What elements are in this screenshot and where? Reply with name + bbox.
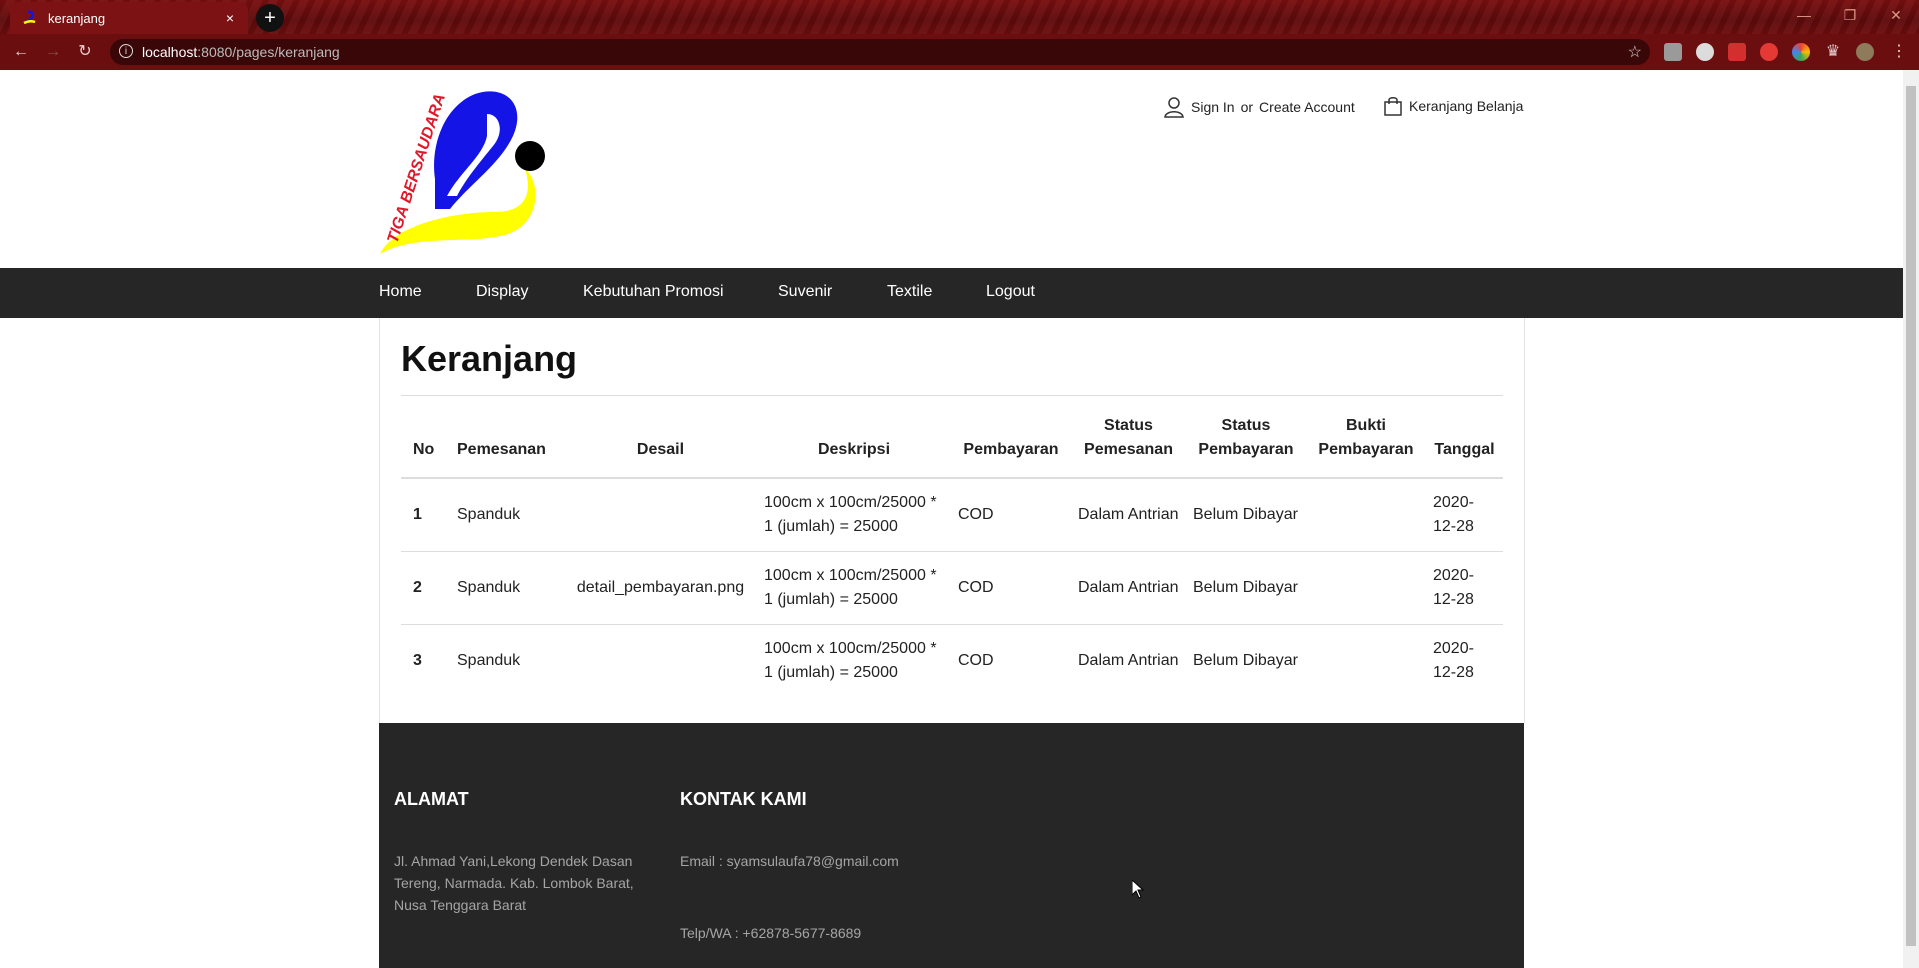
col-header-no: No	[413, 441, 435, 458]
site-info-icon[interactable]: i	[119, 44, 133, 58]
footer-alamat-title: ALAMAT	[394, 789, 469, 809]
browser-tabstrip	[0, 0, 1919, 34]
cell-desain	[564, 625, 757, 698]
shopping-bag-icon	[1384, 97, 1402, 116]
cell-pemesanan: Spanduk	[457, 652, 521, 669]
web-page: TIGA BERSAUDARA Sign In or Create Accoun…	[0, 70, 1903, 968]
col-header-status-pembayaran: Status Pembayaran	[1198, 417, 1294, 458]
cart-table: No Pemesanan Desail Deskripsi Pembayaran…	[401, 402, 1503, 697]
cell-deskripsi: 100cm x 100cm/25000 * 1 (jumlah) = 25000	[764, 640, 937, 681]
sign-in-link[interactable]: Sign In	[1191, 99, 1235, 115]
cell-status-pembayaran: Belum Dibayar	[1193, 652, 1298, 669]
main-navbar: Home Display Kebutuhan Promosi Suvenir T…	[0, 268, 1903, 318]
cell-status-pemesanan: Dalam Antrian	[1078, 652, 1179, 669]
cell-tanggal: 2020-12-28	[1433, 494, 1474, 535]
site-logo[interactable]: TIGA BERSAUDARA	[375, 84, 550, 256]
extension-lightbulb-icon[interactable]	[1696, 43, 1714, 61]
footer-kontak-title: KONTAK KAMI	[680, 789, 807, 809]
browser-menu-icon[interactable]: ⋮	[1890, 43, 1908, 61]
mouse-cursor-icon	[1132, 880, 1144, 899]
cell-deskripsi: 100cm x 100cm/25000 * 1 (jumlah) = 25000	[764, 567, 937, 608]
col-header-tanggal: Tanggal	[1434, 441, 1495, 458]
footer-alamat-text: Jl. Ahmad Yani,Lekong Dendek Dasan Teren…	[394, 853, 634, 913]
nav-item-textile[interactable]: Textile	[887, 283, 932, 301]
cart-label: Keranjang Belanja	[1409, 98, 1524, 114]
account-or-text: or	[1240, 99, 1254, 115]
cell-deskripsi: 100cm x 100cm/25000 * 1 (jumlah) = 25000	[764, 494, 937, 535]
extension-color-icon[interactable]	[1792, 43, 1810, 61]
table-row: 3 Spanduk 100cm x 100cm/25000 * 1 (jumla…	[401, 624, 1503, 698]
nav-item-kebutuhan-promosi[interactable]: Kebutuhan Promosi	[583, 283, 724, 301]
cell-bukti-pembayaran	[1306, 478, 1426, 552]
scrollbar-thumb[interactable]	[1906, 86, 1916, 946]
cart-link[interactable]: Keranjang Belanja	[1383, 96, 1523, 116]
cell-bukti-pembayaran	[1306, 625, 1426, 698]
close-window-icon[interactable]: ✕	[1873, 0, 1919, 30]
table-header-row: No Pemesanan Desail Deskripsi Pembayaran…	[401, 402, 1503, 478]
cell-pemesanan: Spanduk	[457, 579, 521, 596]
col-header-pembayaran: Pembayaran	[963, 441, 1059, 458]
col-header-bukti-pembayaran: Bukti Pembayaran	[1318, 417, 1414, 458]
url-path: :8080/pages/keranjang	[197, 44, 340, 60]
cell-desain[interactable]: detail_pembayaran.png	[564, 552, 757, 625]
new-tab-button[interactable]: +	[256, 4, 284, 32]
minimize-window-icon[interactable]: —	[1781, 0, 1827, 30]
cell-pemesanan: Spanduk	[457, 506, 521, 523]
site-header: TIGA BERSAUDARA Sign In or Create Accoun…	[0, 70, 1903, 268]
browser-tab[interactable]: keranjang ×	[10, 2, 248, 34]
address-url[interactable]: localhost:8080/pages/keranjang	[142, 44, 340, 60]
cell-status-pemesanan: Dalam Antrian	[1078, 579, 1179, 596]
nav-item-logout[interactable]: Logout	[986, 283, 1035, 301]
bookmark-star-icon[interactable]: ☆	[1628, 42, 1642, 62]
cell-pembayaran: COD	[958, 652, 994, 669]
col-header-deskripsi: Deskripsi	[817, 441, 891, 458]
title-divider	[401, 395, 1503, 396]
cell-status-pemesanan: Dalam Antrian	[1078, 506, 1179, 523]
extension-stop-icon[interactable]	[1760, 43, 1778, 61]
reload-icon[interactable]: ↻	[75, 42, 95, 62]
cell-no: 1	[413, 506, 422, 523]
address-bar[interactable]: i localhost:8080/pages/keranjang ☆	[110, 39, 1650, 65]
site-footer: ALAMAT Jl. Ahmad Yani,Lekong Dendek Dasa…	[379, 723, 1524, 968]
cell-bukti-pembayaran	[1306, 552, 1426, 625]
site-favicon-icon	[23, 10, 36, 25]
browser-tab-title: keranjang	[48, 10, 106, 26]
nav-item-home[interactable]: Home	[379, 283, 422, 301]
cell-status-pembayaran: Belum Dibayar	[1193, 579, 1298, 596]
col-header-pemesanan: Pemesanan	[457, 441, 546, 458]
footer-telp: Telp/WA : +62878-5677-8689	[680, 925, 862, 941]
table-row: 1 Spanduk 100cm x 100cm/25000 * 1 (jumla…	[401, 478, 1503, 552]
cell-pembayaran: COD	[958, 579, 994, 596]
extensions-puzzle-icon[interactable]: ♛	[1824, 43, 1842, 61]
page-title: Keranjang	[401, 338, 578, 379]
user-icon	[1164, 97, 1184, 118]
nav-item-display[interactable]: Display	[476, 283, 528, 301]
cell-no: 2	[413, 579, 422, 596]
footer-email: Email : syamsulaufa78@gmail.com	[680, 853, 899, 869]
cell-pembayaran: COD	[958, 506, 994, 523]
extension-pdf-icon[interactable]	[1664, 43, 1682, 61]
cart-content: Keranjang No Pemesanan Desail Deskripsi …	[379, 318, 1525, 723]
account-links: Sign In or Create Account	[1163, 96, 1355, 118]
url-host: localhost	[142, 44, 198, 60]
page-scrollbar[interactable]	[1903, 70, 1919, 968]
restore-window-icon[interactable]: ❐	[1827, 0, 1873, 30]
back-arrow-icon[interactable]: ←	[11, 42, 31, 62]
table-row: 2 Spanduk detail_pembayaran.png 100cm x …	[401, 551, 1503, 625]
forward-arrow-icon[interactable]: →	[43, 42, 63, 62]
cell-tanggal: 2020-12-28	[1433, 567, 1474, 608]
cell-desain	[564, 478, 757, 552]
col-header-status-pemesanan: Status Pemesanan	[1084, 417, 1173, 458]
extension-red-icon[interactable]	[1728, 43, 1746, 61]
browser-toolbar: ← → ↻ i localhost:8080/pages/keranjang ☆…	[0, 34, 1919, 70]
tab-close-icon[interactable]: ×	[222, 10, 238, 26]
col-header-desain: Desail	[636, 441, 685, 458]
cell-status-pembayaran: Belum Dibayar	[1193, 506, 1298, 523]
nav-item-suvenir[interactable]: Suvenir	[778, 283, 832, 301]
cell-no: 3	[413, 652, 422, 669]
create-account-link[interactable]: Create Account	[1259, 99, 1355, 115]
cell-tanggal: 2020-12-28	[1433, 640, 1474, 681]
profile-avatar[interactable]	[1856, 43, 1874, 61]
